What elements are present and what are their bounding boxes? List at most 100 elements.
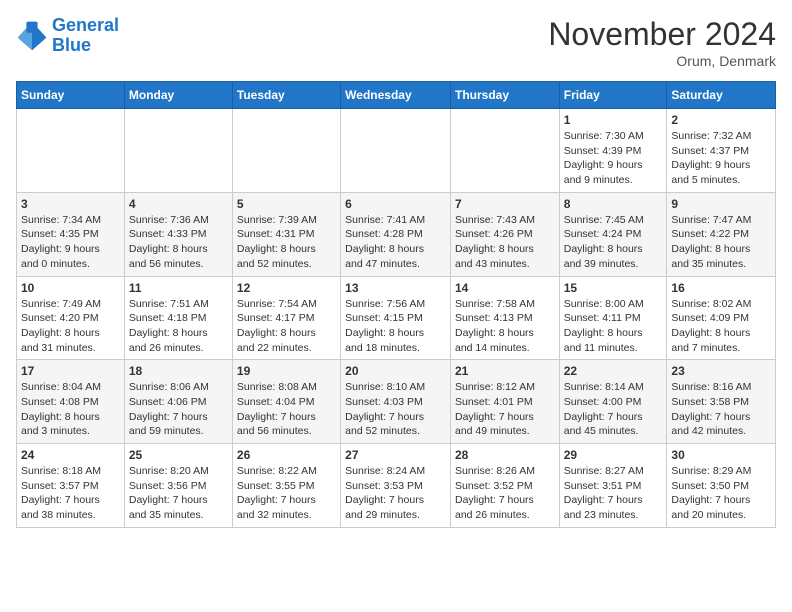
daylight-text: Daylight: 8 hours and 26 minutes. xyxy=(129,326,228,355)
sunset-text: Sunset: 4:03 PM xyxy=(345,395,446,410)
day-info: Sunrise: 8:29 AMSunset: 3:50 PMDaylight:… xyxy=(671,464,771,523)
sunset-text: Sunset: 3:58 PM xyxy=(671,395,771,410)
sunrise-text: Sunrise: 7:58 AM xyxy=(455,297,555,312)
sunrise-text: Sunrise: 8:08 AM xyxy=(237,380,336,395)
calendar-header: Sunday Monday Tuesday Wednesday Thursday… xyxy=(17,82,776,109)
daylight-text: Daylight: 8 hours and 18 minutes. xyxy=(345,326,446,355)
calendar-cell-w5-d1: 25Sunrise: 8:20 AMSunset: 3:56 PMDayligh… xyxy=(124,444,232,528)
header-row: Sunday Monday Tuesday Wednesday Thursday… xyxy=(17,82,776,109)
calendar-cell-w3-d6: 16Sunrise: 8:02 AMSunset: 4:09 PMDayligh… xyxy=(667,276,776,360)
day-info: Sunrise: 8:06 AMSunset: 4:06 PMDaylight:… xyxy=(129,380,228,439)
day-number: 4 xyxy=(129,197,228,211)
calendar-cell-w2-d1: 4Sunrise: 7:36 AMSunset: 4:33 PMDaylight… xyxy=(124,192,232,276)
day-info: Sunrise: 7:45 AMSunset: 4:24 PMDaylight:… xyxy=(564,213,663,272)
day-info: Sunrise: 8:14 AMSunset: 4:00 PMDaylight:… xyxy=(564,380,663,439)
logo-icon xyxy=(16,20,48,52)
calendar-cell-w3-d4: 14Sunrise: 7:58 AMSunset: 4:13 PMDayligh… xyxy=(450,276,559,360)
sunrise-text: Sunrise: 7:41 AM xyxy=(345,213,446,228)
calendar-cell-w1-d5: 1Sunrise: 7:30 AMSunset: 4:39 PMDaylight… xyxy=(559,109,667,193)
day-info: Sunrise: 8:12 AMSunset: 4:01 PMDaylight:… xyxy=(455,380,555,439)
calendar-cell-w2-d0: 3Sunrise: 7:34 AMSunset: 4:35 PMDaylight… xyxy=(17,192,125,276)
day-info: Sunrise: 8:22 AMSunset: 3:55 PMDaylight:… xyxy=(237,464,336,523)
col-tuesday: Tuesday xyxy=(232,82,340,109)
col-thursday: Thursday xyxy=(450,82,559,109)
calendar-cell-w4-d5: 22 Sunrise: 8:14 AMSunset: 4:00 PMDayligh… xyxy=(559,360,667,444)
sunrise-text: Sunrise: 8:27 AM xyxy=(564,464,663,479)
daylight-text: Daylight: 7 hours and 26 minutes. xyxy=(455,493,555,522)
daylight-text: Daylight: 7 hours and 29 minutes. xyxy=(345,493,446,522)
daylight-text: Daylight: 9 hours and 0 minutes. xyxy=(21,242,120,271)
day-number: 1 xyxy=(564,113,663,127)
day-number: 30 xyxy=(671,448,771,462)
week-row-4: 17Sunrise: 8:04 AMSunset: 4:08 PMDayligh… xyxy=(17,360,776,444)
daylight-text: Daylight: 8 hours and 47 minutes. xyxy=(345,242,446,271)
day-info: Sunrise: 8:10 AMSunset: 4:03 PMDaylight:… xyxy=(345,380,446,439)
sunrise-text: Sunrise: 8:22 AM xyxy=(237,464,336,479)
calendar-body: 1Sunrise: 7:30 AMSunset: 4:39 PMDaylight… xyxy=(17,109,776,528)
sunset-text: Sunset: 4:04 PM xyxy=(237,395,336,410)
day-info: Sunrise: 7:32 AMSunset: 4:37 PMDaylight:… xyxy=(671,129,771,188)
daylight-text: Daylight: 8 hours and 31 minutes. xyxy=(21,326,120,355)
daylight-text: Daylight: 7 hours and 23 minutes. xyxy=(564,493,663,522)
day-number: 8 xyxy=(564,197,663,211)
col-sunday: Sunday xyxy=(17,82,125,109)
sunset-text: Sunset: 4:06 PM xyxy=(129,395,228,410)
sunset-text: Sunset: 4:31 PM xyxy=(237,227,336,242)
daylight-text: Daylight: 7 hours and 59 minutes. xyxy=(129,410,228,439)
day-info: Sunrise: 7:39 AMSunset: 4:31 PMDaylight:… xyxy=(237,213,336,272)
day-number: 22 xyxy=(564,364,663,378)
calendar-cell-w4-d3: 20 Sunrise: 8:10 AMSunset: 4:03 PMDayligh… xyxy=(341,360,451,444)
daylight-text: Daylight: 7 hours and 45 minutes. xyxy=(564,410,663,439)
daylight-text: Daylight: 8 hours and 56 minutes. xyxy=(129,242,228,271)
day-number: 21 xyxy=(455,364,555,378)
day-info: Sunrise: 8:24 AMSunset: 3:53 PMDaylight:… xyxy=(345,464,446,523)
col-wednesday: Wednesday xyxy=(341,82,451,109)
day-number: 3 xyxy=(21,197,120,211)
day-number: 10 xyxy=(21,281,120,295)
sunset-text: Sunset: 4:37 PM xyxy=(671,144,771,159)
sunrise-text: Sunrise: 7:45 AM xyxy=(564,213,663,228)
day-info: Sunrise: 8:18 AMSunset: 3:57 PMDaylight:… xyxy=(21,464,120,523)
day-info: Sunrise: 8:08 AMSunset: 4:04 PMDaylight:… xyxy=(237,380,336,439)
col-saturday: Saturday xyxy=(667,82,776,109)
day-number: 20 xyxy=(345,364,446,378)
calendar-cell-w5-d5: 29Sunrise: 8:27 AMSunset: 3:51 PMDayligh… xyxy=(559,444,667,528)
calendar-cell-w3-d1: 11Sunrise: 7:51 AMSunset: 4:18 PMDayligh… xyxy=(124,276,232,360)
location: Orum, Denmark xyxy=(548,53,776,69)
day-info: Sunrise: 8:27 AMSunset: 3:51 PMDaylight:… xyxy=(564,464,663,523)
sunset-text: Sunset: 4:00 PM xyxy=(564,395,663,410)
day-number: 15 xyxy=(564,281,663,295)
daylight-text: Daylight: 7 hours and 38 minutes. xyxy=(21,493,120,522)
day-info: Sunrise: 7:51 AMSunset: 4:18 PMDaylight:… xyxy=(129,297,228,356)
sunset-text: Sunset: 4:01 PM xyxy=(455,395,555,410)
day-info: Sunrise: 8:26 AMSunset: 3:52 PMDaylight:… xyxy=(455,464,555,523)
logo-line1: General xyxy=(52,15,119,35)
day-number: 16 xyxy=(671,281,771,295)
sunrise-text: Sunrise: 8:02 AM xyxy=(671,297,771,312)
sunrise-text: Sunrise: 7:47 AM xyxy=(671,213,771,228)
day-number: 23 xyxy=(671,364,771,378)
logo-text: General Blue xyxy=(52,16,119,56)
sunrise-text: Sunrise: 8:04 AM xyxy=(21,380,120,395)
calendar-table: Sunday Monday Tuesday Wednesday Thursday… xyxy=(16,81,776,528)
sunrise-text: Sunrise: 8:00 AM xyxy=(564,297,663,312)
calendar-cell-w3-d0: 10Sunrise: 7:49 AMSunset: 4:20 PMDayligh… xyxy=(17,276,125,360)
col-friday: Friday xyxy=(559,82,667,109)
sunrise-text: Sunrise: 7:54 AM xyxy=(237,297,336,312)
sunrise-text: Sunrise: 8:06 AM xyxy=(129,380,228,395)
col-monday: Monday xyxy=(124,82,232,109)
day-number: 6 xyxy=(345,197,446,211)
day-info: Sunrise: 7:58 AMSunset: 4:13 PMDaylight:… xyxy=(455,297,555,356)
calendar-cell-w3-d5: 15Sunrise: 8:00 AMSunset: 4:11 PMDayligh… xyxy=(559,276,667,360)
sunset-text: Sunset: 4:08 PM xyxy=(21,395,120,410)
day-info: Sunrise: 8:16 AMSunset: 3:58 PMDaylight:… xyxy=(671,380,771,439)
sunset-text: Sunset: 4:13 PM xyxy=(455,311,555,326)
sunrise-text: Sunrise: 7:51 AM xyxy=(129,297,228,312)
sunrise-text: Sunrise: 7:34 AM xyxy=(21,213,120,228)
calendar-cell-w4-d1: 18Sunrise: 8:06 AMSunset: 4:06 PMDayligh… xyxy=(124,360,232,444)
day-info: Sunrise: 7:56 AMSunset: 4:15 PMDaylight:… xyxy=(345,297,446,356)
calendar-cell-w5-d3: 27Sunrise: 8:24 AMSunset: 3:53 PMDayligh… xyxy=(341,444,451,528)
daylight-text: Daylight: 7 hours and 20 minutes. xyxy=(671,493,771,522)
sunrise-text: Sunrise: 8:24 AM xyxy=(345,464,446,479)
logo: General Blue xyxy=(16,16,119,56)
